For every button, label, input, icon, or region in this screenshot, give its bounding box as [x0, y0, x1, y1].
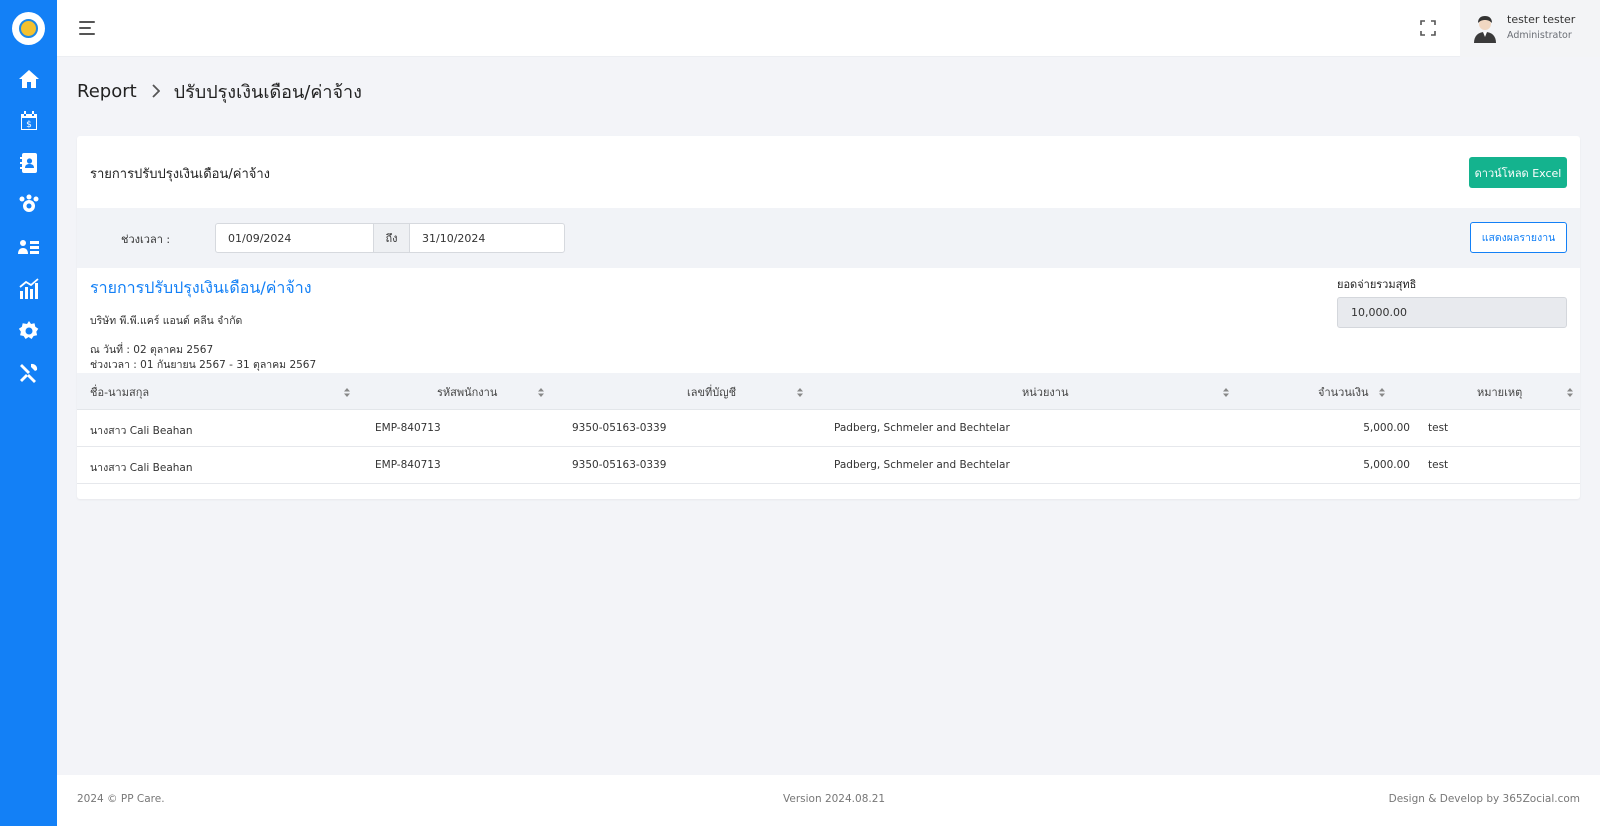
app-logo[interactable] [12, 12, 45, 45]
net-total-label: ยอดจ่ายรวมสุทธิ [1337, 278, 1417, 291]
contact-book-icon[interactable] [16, 150, 41, 175]
date-to-input[interactable] [409, 223, 565, 253]
cell-remark: test [1428, 422, 1449, 434]
column-header-employee-id[interactable]: รหัสพนักงาน [437, 383, 497, 401]
cell-department: Padberg, Schmeler and Bechtelar [834, 459, 1010, 471]
column-header-account-no[interactable]: เลขที่บัญชี [687, 383, 736, 401]
report-period: ช่วงเวลา : 01 กันยายน 2567 - 31 ตุลาคม 2… [90, 359, 317, 371]
calendar-money-icon[interactable]: $ [16, 108, 41, 133]
avatar [1474, 15, 1496, 43]
cell-department: Padberg, Schmeler and Bechtelar [834, 422, 1010, 434]
cell-name: นางสาว Cali Beahan [90, 462, 193, 474]
footer: 2024 © PP Care. Version 2024.08.21 Desig… [57, 775, 1600, 826]
sort-icon[interactable] [344, 388, 350, 397]
sort-icon[interactable] [797, 388, 803, 397]
show-report-button[interactable]: แสดงผลรายงาน [1470, 222, 1567, 253]
logo-mark [19, 19, 38, 38]
column-header-remark[interactable]: หมายเหตุ [1477, 383, 1522, 401]
tools-icon[interactable] [16, 360, 41, 385]
sort-icon[interactable] [1379, 388, 1385, 397]
column-header-department[interactable]: หน่วยงาน [1022, 383, 1068, 401]
column-header-name[interactable]: ชื่อ-นามสกุล [90, 383, 149, 401]
net-total-value: 10,000.00 [1337, 297, 1567, 328]
period-label: ช่วงเวลา : [121, 233, 171, 246]
column-header-amount[interactable]: จำนวนเงิน [1318, 383, 1369, 401]
fullscreen-icon[interactable] [1420, 20, 1436, 36]
sort-icon[interactable] [538, 388, 544, 397]
menu-toggle-icon[interactable] [79, 20, 97, 36]
sidebar: $ [0, 0, 57, 826]
user-list-icon[interactable] [16, 234, 41, 259]
sort-icon[interactable] [1223, 388, 1229, 397]
chevron-right-icon [152, 84, 160, 98]
sort-icon[interactable] [1567, 388, 1573, 397]
user-name: tester tester [1507, 13, 1576, 26]
team-settings-icon[interactable] [16, 192, 41, 217]
company-name: บริษัท พี.พี.แคร์ แอนด์ คลีน จำกัด [90, 315, 243, 327]
date-from-input[interactable] [215, 223, 374, 253]
card-title: รายการปรับปรุงเงินเดือน/ค่าจ้าง [90, 167, 271, 182]
breadcrumb: Report ปรับปรุงเงินเดือน/ค่าจ้าง [77, 79, 362, 103]
date-range-separator: ถึง [373, 223, 410, 253]
cell-remark: test [1428, 459, 1449, 471]
cell-name: นางสาว Cali Beahan [90, 425, 193, 437]
copyright-text: 2024 © PP Care. [77, 793, 165, 805]
report-title: รายการปรับปรุงเงินเดือน/ค่าจ้าง [90, 278, 312, 297]
cell-amount: 5,000.00 [1363, 459, 1410, 471]
gear-icon[interactable] [16, 318, 41, 343]
cell-employee-id: EMP-840713 [375, 422, 441, 434]
version-text: Version 2024.08.21 [783, 793, 886, 805]
breadcrumb-current: ปรับปรุงเงินเดือน/ค่าจ้าง [173, 81, 362, 103]
cell-employee-id: EMP-840713 [375, 459, 441, 471]
report-table: ชื่อ-นามสกุล รหัสพนักงาน เลขที่บัญชี หน่… [77, 373, 1580, 484]
table-row[interactable]: นางสาว Cali Beahan EMP-840713 9350-05163… [77, 410, 1580, 447]
cell-amount: 5,000.00 [1363, 422, 1410, 434]
filter-bar: ช่วงเวลา : ถึง แสดงผลรายงาน [77, 208, 1580, 268]
cell-account-no: 9350-05163-0339 [572, 422, 667, 434]
user-menu[interactable]: tester tester Administrator [1460, 0, 1600, 57]
chart-icon[interactable] [16, 276, 41, 301]
svg-text:$: $ [26, 120, 32, 130]
table-row[interactable]: นางสาว Cali Beahan EMP-840713 9350-05163… [77, 447, 1580, 484]
table-header: ชื่อ-นามสกุล รหัสพนักงาน เลขที่บัญชี หน่… [77, 373, 1580, 410]
report-card: รายการปรับปรุงเงินเดือน/ค่าจ้าง ดาวน์โหล… [77, 136, 1580, 499]
user-role: Administrator [1507, 30, 1572, 41]
top-bar: tester tester Administrator [57, 0, 1600, 57]
credit-text: Design & Develop by 365Zocial.com [1388, 793, 1580, 805]
cell-account-no: 9350-05163-0339 [572, 459, 667, 471]
breadcrumb-root[interactable]: Report [77, 81, 137, 102]
home-icon[interactable] [16, 66, 41, 91]
download-excel-button[interactable]: ดาวน์โหลด Excel [1469, 157, 1567, 188]
